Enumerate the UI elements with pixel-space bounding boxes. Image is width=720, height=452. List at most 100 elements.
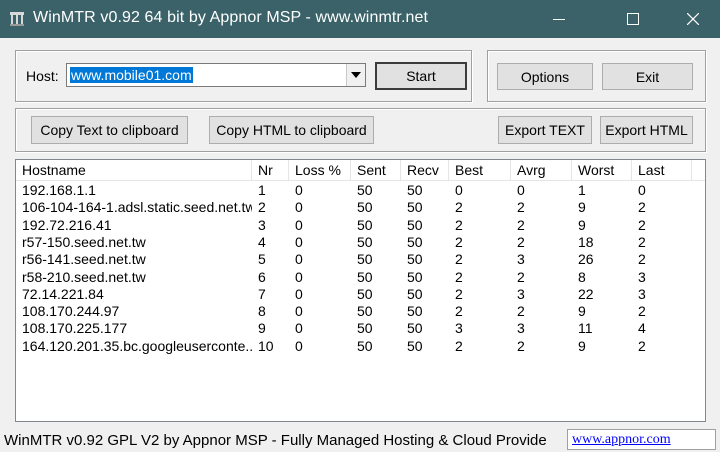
cell-avrg: 2 xyxy=(517,303,525,320)
cell-worst: 9 xyxy=(578,216,586,233)
winmtr-app-icon xyxy=(10,12,24,26)
cell-loss: 0 xyxy=(295,251,303,268)
column-header-recv[interactable]: Recv xyxy=(401,160,449,181)
host-value[interactable]: www.mobile01.com xyxy=(70,67,193,83)
options-button-label: Options xyxy=(520,68,570,85)
export-html-button[interactable]: Export HTML xyxy=(600,116,693,144)
start-button-label: Start xyxy=(406,68,436,84)
cell-best: 2 xyxy=(455,337,463,354)
column-header-loss[interactable]: Loss % xyxy=(289,160,351,181)
exit-button[interactable]: Exit xyxy=(602,63,693,90)
minimize-icon xyxy=(553,19,565,20)
cell-sent: 50 xyxy=(357,268,373,285)
cell-nr: 1 xyxy=(258,182,266,198)
cell-worst: 22 xyxy=(578,285,594,302)
cell-worst: 9 xyxy=(578,337,586,354)
copy-text-button-label: Copy Text to clipboard xyxy=(40,122,179,138)
cell-sent: 50 xyxy=(357,216,373,233)
cell-last: 4 xyxy=(638,320,646,337)
table-row[interactable]: r58-210.seed.net.tw 6 0 50 50 2 2 8 3 xyxy=(16,269,705,286)
cell-nr: 2 xyxy=(258,199,266,216)
cell-last: 2 xyxy=(638,216,646,233)
cell-last: 2 xyxy=(638,233,646,250)
cell-recv: 50 xyxy=(407,320,423,337)
cell-best: 2 xyxy=(455,233,463,250)
copy-text-button[interactable]: Copy Text to clipboard xyxy=(31,116,188,144)
start-button[interactable]: Start xyxy=(375,62,467,90)
cell-last: 2 xyxy=(638,337,646,354)
cell-loss: 0 xyxy=(295,303,303,320)
exit-button-label: Exit xyxy=(635,68,660,85)
close-button[interactable] xyxy=(670,0,716,38)
results-table[interactable]: Hostname Nr Loss % Sent Recv Best Avrg W… xyxy=(15,159,706,422)
table-row[interactable]: 108.170.244.97 8 0 50 50 2 2 9 2 xyxy=(16,303,705,320)
column-header-worst[interactable]: Worst xyxy=(572,160,632,181)
status-bar: WinMTR v0.92 GPL V2 by Appnor MSP - Full… xyxy=(0,428,720,452)
cell-nr: 5 xyxy=(258,251,266,268)
host-label: Host: xyxy=(26,68,59,84)
cell-recv: 50 xyxy=(407,337,423,354)
cell-avrg: 3 xyxy=(517,285,525,302)
cell-recv: 50 xyxy=(407,182,423,198)
table-row[interactable]: r57-150.seed.net.tw 4 0 50 50 2 2 18 2 xyxy=(16,234,705,251)
cell-best: 2 xyxy=(455,285,463,302)
column-header-best[interactable]: Best xyxy=(449,160,511,181)
column-header-avrg[interactable]: Avrg xyxy=(511,160,572,181)
cell-hostname: 72.14.221.84 xyxy=(22,285,104,302)
options-button[interactable]: Options xyxy=(497,63,593,90)
cell-loss: 0 xyxy=(295,268,303,285)
window-title: WinMTR v0.92 64 bit by Appnor MSP - www.… xyxy=(33,9,429,26)
cell-worst: 18 xyxy=(578,233,594,250)
export-text-button[interactable]: Export TEXT xyxy=(498,116,592,144)
dropdown-arrow-icon xyxy=(351,72,361,78)
cell-nr: 8 xyxy=(258,303,266,320)
cell-best: 2 xyxy=(455,303,463,320)
cell-nr: 6 xyxy=(258,268,266,285)
cell-sent: 50 xyxy=(357,303,373,320)
status-text: WinMTR v0.92 GPL V2 by Appnor MSP - Full… xyxy=(4,432,547,449)
cell-worst: 1 xyxy=(578,182,586,198)
host-dropdown-button[interactable] xyxy=(346,64,365,86)
cell-loss: 0 xyxy=(295,182,303,198)
table-row[interactable]: 164.120.201.35.bc.googleuserconte... 10 0 5… xyxy=(16,338,705,355)
table-row[interactable]: 72.14.221.84 7 0 50 50 2 3 22 3 xyxy=(16,286,705,303)
title-bar[interactable]: WinMTR v0.92 64 bit by Appnor MSP - www.… xyxy=(0,0,720,38)
table-row[interactable]: 108.170.225.177 9 0 50 50 3 3 11 4 xyxy=(16,320,705,337)
cell-last: 3 xyxy=(638,268,646,285)
cell-recv: 50 xyxy=(407,233,423,250)
column-header-hostname[interactable]: Hostname xyxy=(16,160,252,181)
cell-recv: 50 xyxy=(407,285,423,302)
table-row[interactable]: r56-141.seed.net.tw 5 0 50 50 2 3 26 2 xyxy=(16,251,705,268)
cell-nr: 4 xyxy=(258,233,266,250)
cell-avrg: 3 xyxy=(517,251,525,268)
cell-hostname: 192.168.1.1 xyxy=(22,182,96,198)
table-row[interactable]: 106-104-164-1.adsl.static.seed.net.tw 2 0 5… xyxy=(16,199,705,216)
cell-nr: 3 xyxy=(258,216,266,233)
table-row[interactable]: 192.72.216.41 3 0 50 50 2 2 9 2 xyxy=(16,217,705,234)
appnor-link-box[interactable]: www.appnor.com xyxy=(567,429,716,450)
cell-hostname: 164.120.201.35.bc.googleuserconte... xyxy=(22,337,252,354)
cell-recv: 50 xyxy=(407,303,423,320)
cell-recv: 50 xyxy=(407,251,423,268)
column-header-sent[interactable]: Sent xyxy=(351,160,401,181)
host-combobox[interactable]: www.mobile01.com xyxy=(66,63,366,87)
cell-avrg: 2 xyxy=(517,199,525,216)
cell-best: 2 xyxy=(455,216,463,233)
column-header-last[interactable]: Last xyxy=(632,160,692,181)
cell-last: 2 xyxy=(638,303,646,320)
cell-sent: 50 xyxy=(357,251,373,268)
cell-sent: 50 xyxy=(357,233,373,250)
cell-hostname: 108.170.244.97 xyxy=(22,303,120,320)
cell-sent: 50 xyxy=(357,320,373,337)
minimize-button[interactable] xyxy=(536,0,582,38)
maximize-button[interactable] xyxy=(610,0,656,38)
cell-avrg: 2 xyxy=(517,233,525,250)
table-row[interactable]: 192.168.1.1 1 0 50 50 0 0 1 0 xyxy=(16,182,705,199)
appnor-link[interactable]: www.appnor.com xyxy=(572,432,671,448)
cell-worst: 8 xyxy=(578,268,586,285)
cell-loss: 0 xyxy=(295,199,303,216)
copy-html-button-label: Copy HTML to clipboard xyxy=(216,122,367,138)
cell-avrg: 0 xyxy=(517,182,525,198)
column-header-nr[interactable]: Nr xyxy=(252,160,289,181)
copy-html-button[interactable]: Copy HTML to clipboard xyxy=(209,116,374,144)
